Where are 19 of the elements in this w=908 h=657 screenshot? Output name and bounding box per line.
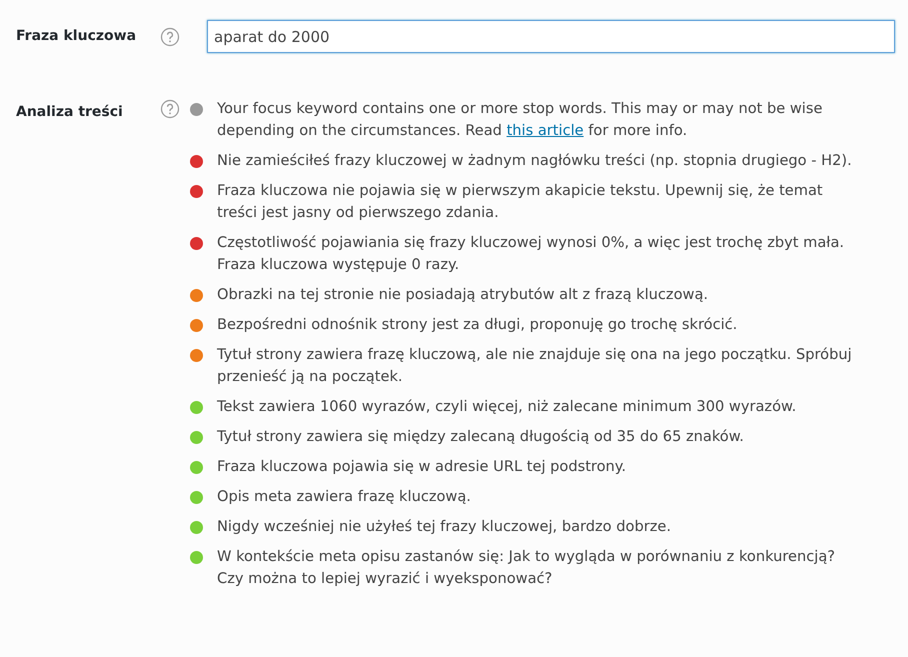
analysis-message: Fraza kluczowa nie pojawia się w pierwszym akapicie tekstu. Upewnij się, że temat treści jest jasny od pierwszego zdania. [217,181,824,223]
analysis-message: Nigdy wcześniej nie użyłeś tej frazy kluczowej, bardzo dobrze. [217,517,672,537]
keyword-input-field[interactable]: aparat do 2000 [207,20,895,53]
article-link[interactable]: this article [506,122,584,139]
analysis-message: Częstotliwość pojawiania się frazy kluczowej wynosi 0%, a więc jest trochę zbyt mała. Fraza kluczowa występuje 0 razy. [217,233,846,275]
analysis-message: Nie zamieściłeś frazy kluczowej w żadnym nagłówku treści (np. stopnia drugiego - H2). [217,151,853,171]
analysis-message: Opis meta zawiera frazę kluczową. [217,487,472,507]
help-icon[interactable] [160,99,180,119]
analysis-message: Bezpośredni odnośnik strony jest za długi, proponuję go trochę skrócić. [217,315,738,335]
analysis-message: Fraza kluczowa pojawia się w adresie URL tej podstrony. [217,457,627,477]
analysis-message: Your focus keyword contains one or more stop words. This may or may not be wise depending on the circumstances. Read this article for more info. [217,99,824,141]
analysis-message: Tekst zawiera 1060 wyrazów, czyli więcej, niż zalecane minimum 300 wyrazów. [217,397,798,417]
help-icon[interactable] [160,26,180,46]
analysis-message: Tytuł strony zawiera frazę kluczową, ale nie znajduje się ona na jego początku. Spróbuj przenieść ją na początek. [217,345,853,387]
analysis-message: Tytuł strony zawiera się między zalecaną długością od 35 do 65 znaków. [217,427,745,447]
analysis-message: W kontekście meta opisu zastanów się: Jak to wygląda w porównaniu z konkurencją? Czy można to lepiej wyrazić i wyeksponować? [217,547,836,589]
analysis-message: Obrazki na tej stronie nie posiadają atrybutów alt z frazą kluczową. [217,285,710,305]
field-label: Analiza treści [16,104,123,120]
field-label: Fraza kluczowa [16,27,136,46]
